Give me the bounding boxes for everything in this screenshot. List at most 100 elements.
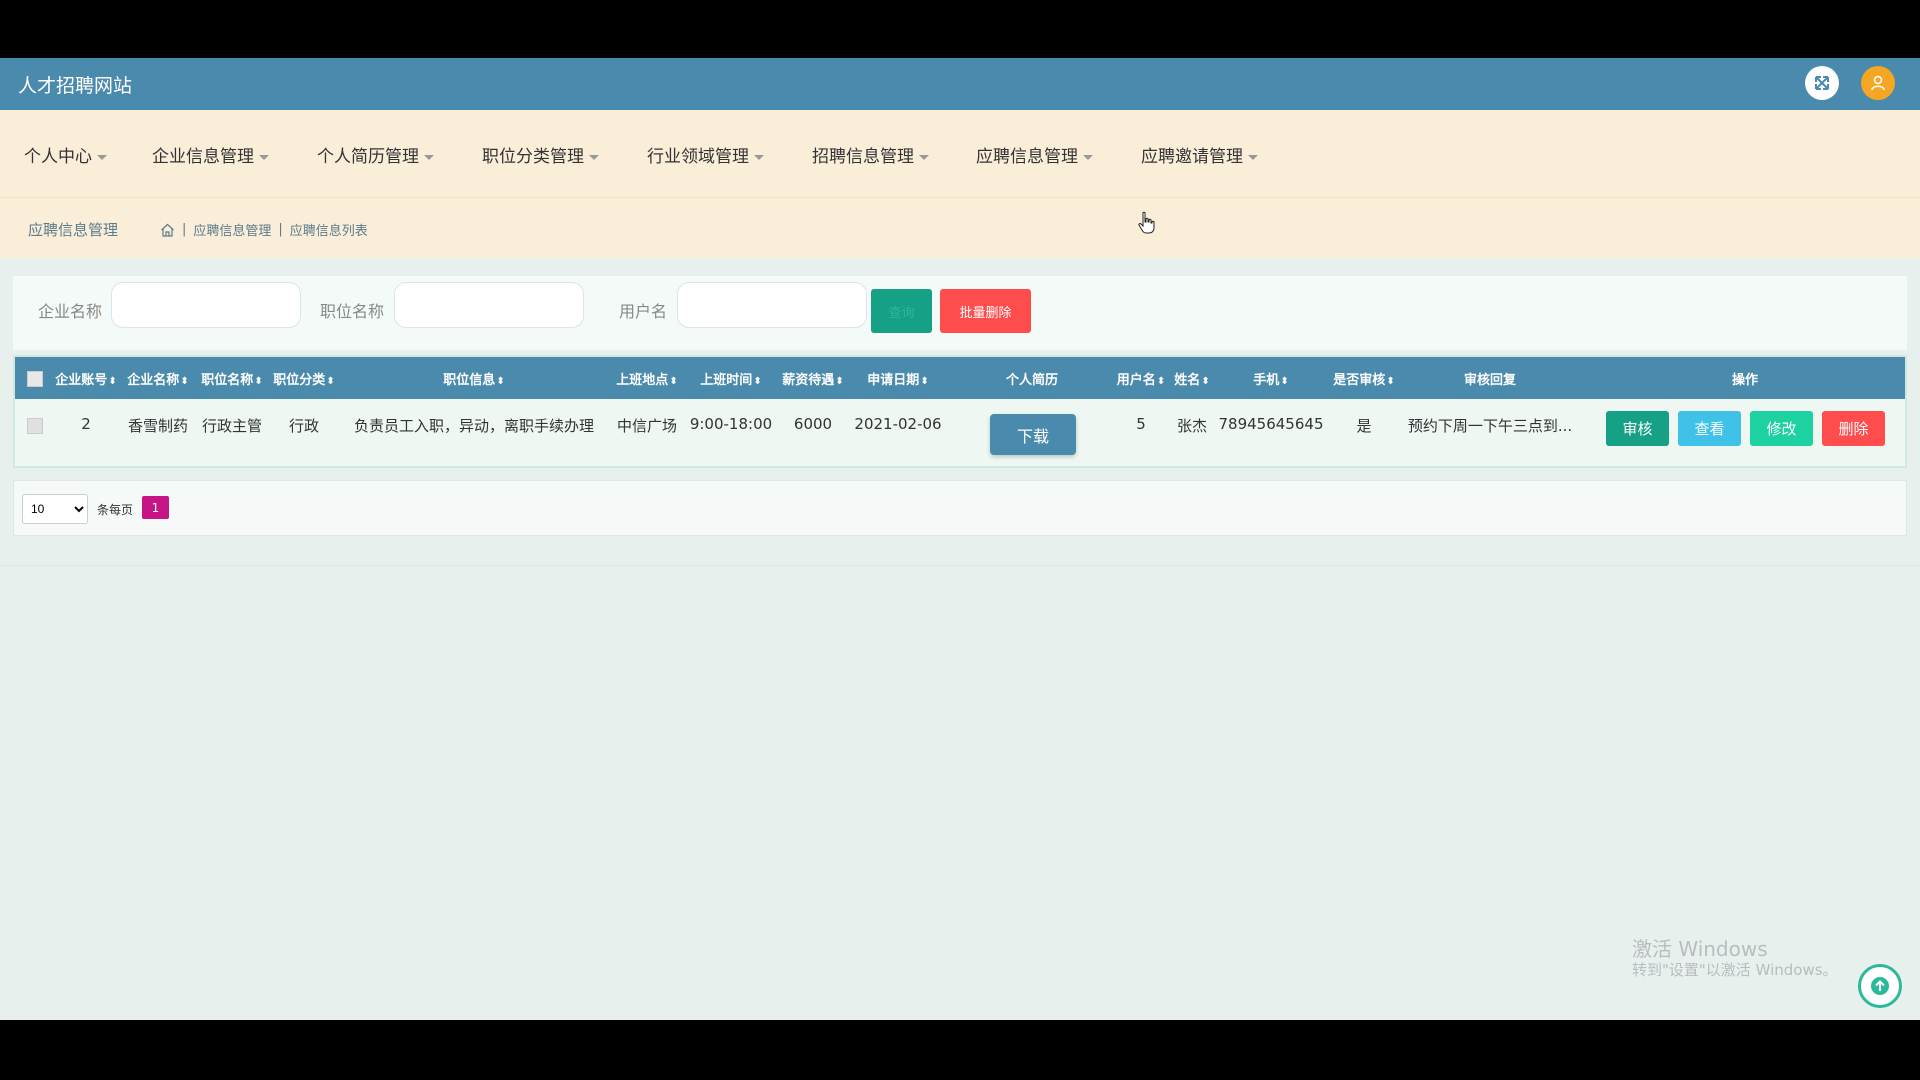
company-name-input[interactable] (111, 282, 301, 328)
column-header: 个人简历 (1005, 373, 1059, 388)
breadcrumb-bar: 应聘信息管理 | 应聘信息管理 | 应聘信息列表 (0, 198, 1920, 258)
sort-icon: ⬍ (753, 376, 762, 387)
sort-icon: ⬍ (669, 376, 678, 387)
column-header[interactable]: 手机⬍ (1253, 369, 1288, 388)
nav-resume[interactable]: 个人简历管理 (317, 142, 434, 167)
column-header[interactable]: 职位名称⬍ (201, 369, 262, 388)
search-panel: 企业名称 职位名称 用户名 查询 批量删除 (13, 276, 1907, 350)
sort-icon: ⬍ (326, 376, 335, 387)
cell-username: 5 (1136, 415, 1146, 433)
column-header[interactable]: 上班地点⬍ (616, 369, 677, 388)
user-avatar-icon (1871, 75, 1885, 91)
cell-phone: 78945645645 (1218, 415, 1324, 433)
sort-icon: ⬍ (920, 376, 929, 387)
cell-apply-date: 2021-02-06 (854, 415, 942, 433)
chevron-down-icon (97, 154, 107, 160)
user-avatar-button[interactable] (1861, 66, 1895, 100)
back-to-top-button[interactable] (1858, 964, 1902, 1008)
column-header[interactable]: 企业账号⬍ (55, 369, 116, 388)
column-header: 操作 (1731, 373, 1759, 388)
breadcrumb-item: 应聘信息列表 (289, 224, 368, 239)
cell-work-hours: 9:00-18:00 (689, 415, 773, 433)
cell-review-reply: 预约下周一下午三点到... (1407, 417, 1573, 435)
page-number-button[interactable]: 1 (142, 496, 169, 519)
per-page-label: 条每页 (97, 503, 134, 517)
column-header[interactable]: 薪资待遇⬍ (782, 369, 843, 388)
chevron-down-icon (424, 154, 434, 160)
main-nav: 个人中心 企业信息管理 个人简历管理 职位分类管理 行业领域管理 招聘信息管理 … (0, 110, 1920, 198)
sort-icon: ⬍ (180, 376, 189, 387)
sort-icon: ⬍ (496, 376, 505, 387)
nav-position-category[interactable]: 职位分类管理 (482, 142, 599, 167)
chevron-down-icon (919, 154, 929, 160)
sort-icon: ⬍ (1386, 376, 1395, 387)
nav-personal-center[interactable]: 个人中心 (24, 142, 107, 167)
nav-invitation[interactable]: 应聘邀请管理 (1141, 142, 1258, 167)
chevron-down-icon (589, 154, 599, 160)
column-header: 审核回复 (1463, 373, 1517, 388)
company-name-label: 企业名称 (38, 302, 103, 321)
sort-icon: ⬍ (835, 376, 844, 387)
position-name-input[interactable] (394, 282, 584, 328)
sort-icon: ⬍ (1280, 376, 1289, 387)
page-title: 应聘信息管理 (28, 221, 119, 239)
home-icon[interactable] (160, 223, 175, 237)
column-header[interactable]: 是否审核⬍ (1333, 369, 1394, 388)
edit-button[interactable]: 修改 (1750, 411, 1813, 446)
pagination: 10 条每页 1 (13, 480, 1907, 536)
chevron-down-icon (1083, 154, 1093, 160)
nav-application[interactable]: 应聘信息管理 (976, 142, 1093, 167)
nav-recruitment[interactable]: 招聘信息管理 (812, 142, 929, 167)
row-checkbox[interactable] (27, 418, 43, 434)
cell-name: 张杰 (1176, 417, 1208, 435)
nav-company-info[interactable]: 企业信息管理 (152, 142, 269, 167)
column-header[interactable]: 企业名称⬍ (127, 369, 188, 388)
select-all-checkbox[interactable] (27, 371, 43, 387)
breadcrumb: | 应聘信息管理 | 应聘信息列表 (160, 220, 368, 239)
column-header[interactable]: 姓名⬍ (1174, 369, 1209, 388)
top-bar: 人才招聘网站 (0, 58, 1920, 110)
sort-icon: ⬍ (1201, 376, 1210, 387)
position-name-label: 职位名称 (320, 302, 385, 321)
data-table: 企业账号⬍ 企业名称⬍ 职位名称⬍ 职位分类⬍ 职位信息⬍ 上班地点⬍ 上班时间… (13, 355, 1907, 468)
chevron-down-icon (754, 154, 764, 160)
breadcrumb-item[interactable]: 应聘信息管理 (193, 220, 271, 239)
table-header: 企业账号⬍ 企业名称⬍ 职位名称⬍ 职位分类⬍ 职位信息⬍ 上班地点⬍ 上班时间… (15, 357, 1905, 399)
cell-work-location: 中信广场 (616, 417, 678, 435)
column-header[interactable]: 职位分类⬍ (273, 369, 334, 388)
delete-button[interactable]: 删除 (1822, 411, 1885, 446)
sort-icon: ⬍ (1156, 376, 1166, 387)
breadcrumb-separator: | (278, 222, 283, 237)
sort-icon: ⬍ (254, 376, 263, 387)
column-header[interactable]: 用户名⬍ (1117, 369, 1165, 388)
cell-position-name: 行政主管 (201, 417, 263, 435)
app-frame: 人才招聘网站 个人中心 企业信息管理 个人简历管理 职位分类管理 行业领域管理 … (0, 58, 1920, 1020)
cell-position-category: 行政 (288, 417, 320, 435)
view-button[interactable]: 查看 (1678, 411, 1741, 446)
username-input[interactable] (677, 282, 867, 328)
cell-position-info: 负责员工入职，异动，离职手续办理 (353, 417, 595, 435)
arrow-up-icon (1871, 977, 1889, 995)
breadcrumb-separator: | (182, 222, 187, 237)
chevron-down-icon (259, 154, 269, 160)
review-button[interactable]: 审核 (1606, 411, 1669, 446)
sort-icon: ⬍ (108, 376, 117, 387)
page-size-select[interactable]: 10 (22, 494, 88, 524)
fullscreen-button[interactable] (1805, 66, 1839, 100)
windows-activation-watermark: 激活 Windows (1632, 937, 1768, 961)
column-header[interactable]: 职位信息⬍ (443, 369, 504, 388)
fullscreen-icon (1815, 76, 1829, 90)
cell-salary: 6000 (793, 415, 833, 433)
column-header[interactable]: 申请日期⬍ (867, 369, 928, 388)
column-header[interactable]: 上班时间⬍ (700, 369, 761, 388)
search-button[interactable]: 查询 (871, 289, 932, 333)
batch-delete-button[interactable]: 批量删除 (940, 289, 1031, 333)
cell-reviewed: 是 (1356, 417, 1372, 435)
windows-activation-subtitle: 转到"设置"以激活 Windows。 (1632, 961, 1838, 979)
chevron-down-icon (1248, 154, 1258, 160)
nav-industry[interactable]: 行业领域管理 (647, 142, 764, 167)
download-resume-button[interactable]: 下载 (990, 414, 1076, 455)
cell-company-account: 2 (81, 415, 91, 433)
mouse-cursor-icon (1138, 211, 1155, 234)
cell-company-name: 香雪制药 (127, 417, 189, 435)
